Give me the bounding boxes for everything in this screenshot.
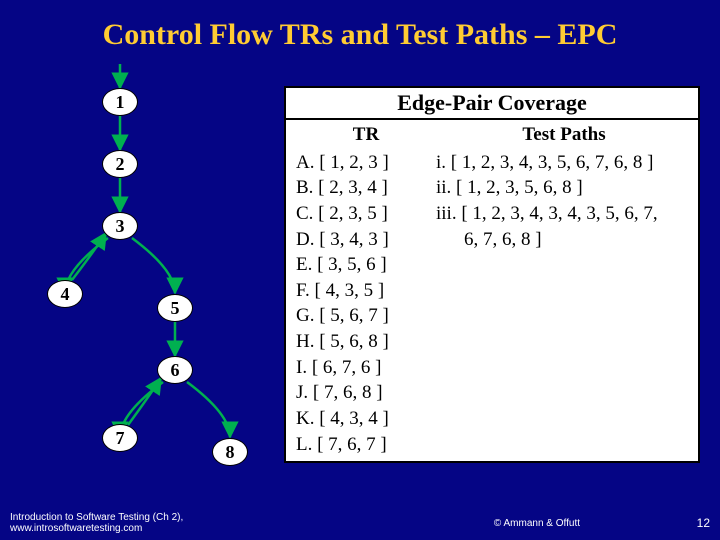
node-2: 2 [102,150,138,178]
node-5: 5 [157,294,193,322]
node-3: 3 [102,212,138,240]
tr-b: B. [ 2, 3, 4 ] [296,175,436,201]
tr-g: G. [ 5, 6, 7 ] [296,303,436,329]
tp-header: Test Paths [436,122,692,148]
tr-f: F. [ 4, 3, 5 ] [296,278,436,304]
tp-ii: ii. [ 1, 2, 3, 5, 6, 8 ] [436,175,692,201]
node-1: 1 [102,88,138,116]
tp-iii-a: iii. [ 1, 2, 3, 4, 3, 4, 3, 5, 6, 7, [436,201,692,227]
footer-page: 12 [680,516,710,530]
tr-k: K. [ 4, 3, 4 ] [296,406,436,432]
node-4: 4 [47,280,83,308]
node-7: 7 [102,424,138,452]
tr-a: A. [ 1, 2, 3 ] [296,150,436,176]
tr-column: TR A. [ 1, 2, 3 ] B. [ 2, 3, 4 ] C. [ 2,… [296,122,436,457]
tr-d: D. [ 3, 4, 3 ] [296,227,436,253]
tr-j: J. [ 7, 6, 8 ] [296,380,436,406]
tr-h: H. [ 5, 6, 8 ] [296,329,436,355]
page-title: Control Flow TRs and Test Paths – EPC [0,0,720,52]
tr-header: TR [296,122,436,148]
coverage-panel: Edge-Pair Coverage TR A. [ 1, 2, 3 ] B. … [284,86,700,463]
tr-l: L. [ 7, 6, 7 ] [296,432,436,458]
node-6: 6 [157,356,193,384]
panel-title: Edge-Pair Coverage [286,88,698,120]
footer-center: © Ammann & Offutt [295,518,680,529]
tp-iii-b: 6, 7, 6, 8 ] [436,227,692,253]
panel-body: TR A. [ 1, 2, 3 ] B. [ 2, 3, 4 ] C. [ 2,… [286,120,698,461]
node-8: 8 [212,438,248,466]
tr-c: C. [ 2, 3, 5 ] [296,201,436,227]
tr-e: E. [ 3, 5, 6 ] [296,252,436,278]
tp-i: i. [ 1, 2, 3, 4, 3, 5, 6, 7, 6, 8 ] [436,150,692,176]
footer-left: Introduction to Software Testing (Ch 2),… [10,512,295,534]
test-paths-column: Test Paths i. [ 1, 2, 3, 4, 3, 5, 6, 7, … [436,122,692,457]
tr-i: I. [ 6, 7, 6 ] [296,355,436,381]
footer: Introduction to Software Testing (Ch 2),… [10,512,710,534]
